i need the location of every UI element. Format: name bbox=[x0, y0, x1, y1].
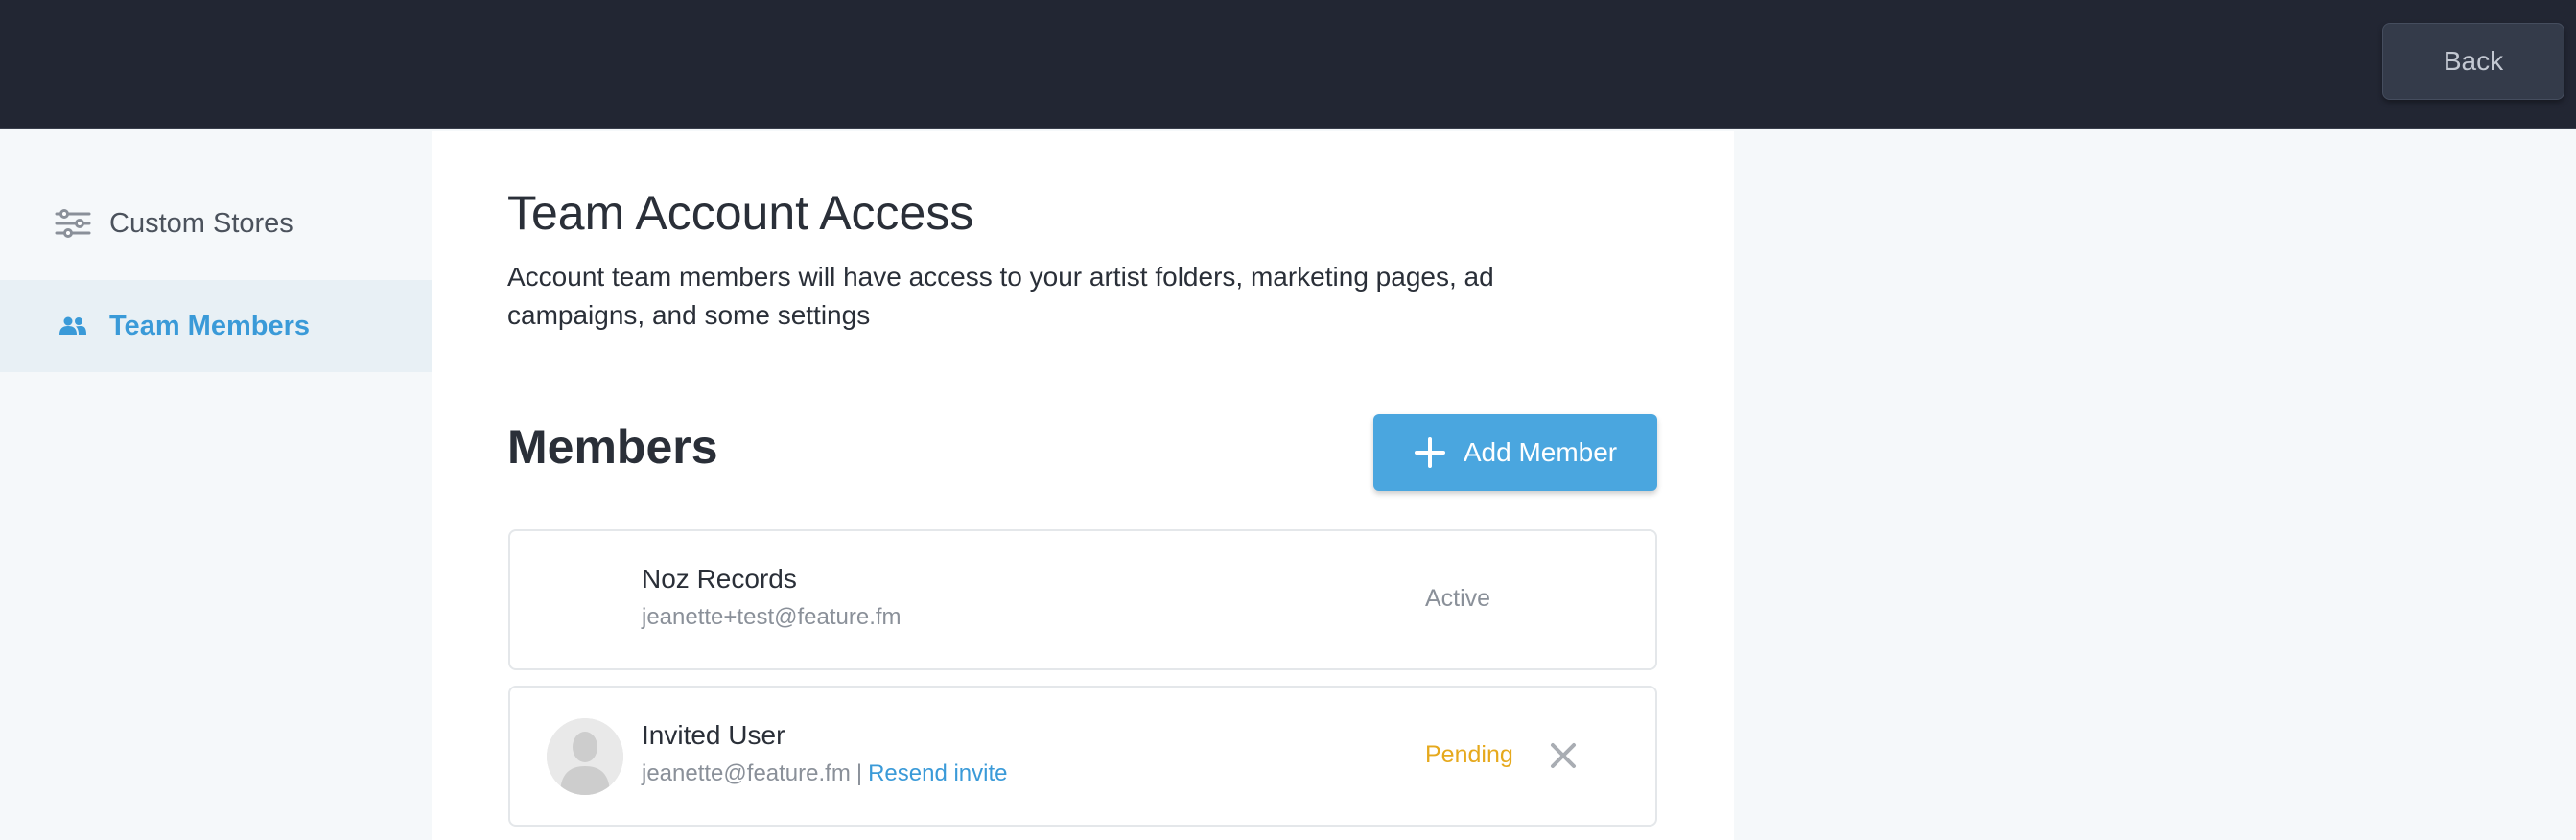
status-badge: Pending bbox=[1425, 741, 1513, 768]
sidebar: Custom Stores Team Members bbox=[0, 131, 432, 840]
add-member-button[interactable]: Add Member bbox=[1373, 414, 1657, 491]
add-member-label: Add Member bbox=[1463, 437, 1618, 467]
people-icon bbox=[54, 311, 92, 341]
avatar bbox=[547, 718, 623, 795]
members-heading: Members bbox=[507, 420, 718, 474]
member-name: Noz Records bbox=[642, 564, 797, 594]
sidebar-item-custom-stores[interactable]: Custom Stores bbox=[0, 177, 432, 269]
member-card: Noz Records jeanette+test@feature.fm Act… bbox=[508, 529, 1657, 670]
plus-icon bbox=[1414, 436, 1446, 469]
resend-invite-link[interactable]: Resend invite bbox=[868, 760, 1007, 786]
member-name: Invited User bbox=[642, 720, 785, 750]
page-description: Account team members will have access to… bbox=[507, 262, 1494, 330]
page-title: Team Account Access bbox=[507, 186, 974, 240]
remove-member-button[interactable] bbox=[1546, 740, 1581, 775]
sidebar-item-label: Team Members bbox=[109, 310, 310, 341]
member-email-row: jeanette@feature.fm | Resend invite bbox=[642, 760, 1007, 787]
member-email: jeanette+test@feature.fm bbox=[642, 604, 902, 630]
back-button[interactable]: Back bbox=[2382, 23, 2564, 100]
top-bar: Back bbox=[0, 0, 2576, 129]
close-icon bbox=[1550, 742, 1577, 774]
sidebar-item-team-members[interactable]: Team Members bbox=[0, 280, 432, 372]
sliders-icon bbox=[54, 208, 92, 239]
member-email: jeanette@feature.fm bbox=[642, 760, 851, 786]
member-card: Invited User jeanette@feature.fm | Resend … bbox=[508, 686, 1657, 827]
separator: | bbox=[855, 760, 863, 786]
main-panel: Team Account Access Account team members… bbox=[432, 131, 1734, 840]
status-badge: Active bbox=[1425, 585, 1491, 612]
sidebar-item-label: Custom Stores bbox=[109, 207, 293, 239]
